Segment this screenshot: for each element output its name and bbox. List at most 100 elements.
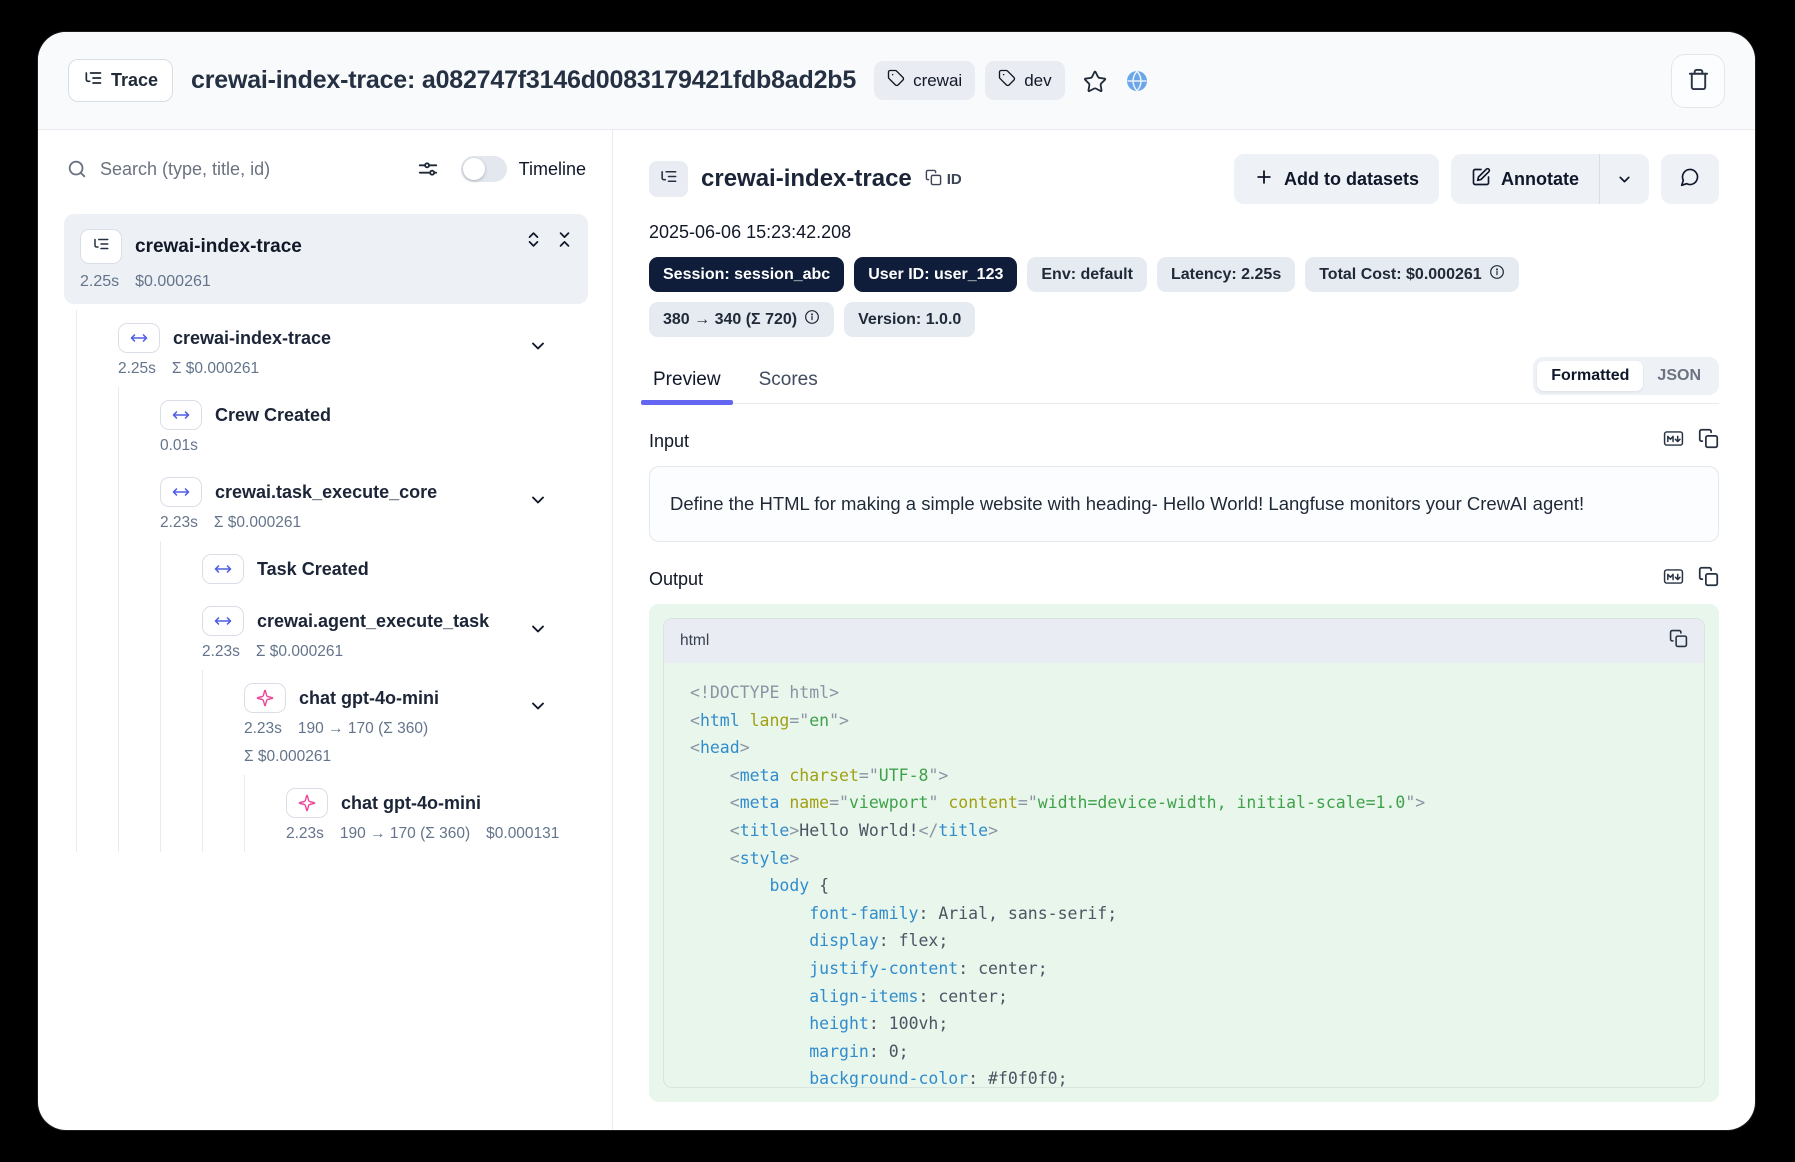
trace-tree: crewai-index-trace 2.25s Σ $0.000261 Crew C… xyxy=(64,310,588,852)
code-content: <!DOCTYPE html> <html lang="en"> <head> <m… xyxy=(664,663,1704,1087)
code-line: font-family: Arial, sans-serif; xyxy=(809,903,1118,923)
tag-pill-dev[interactable]: dev xyxy=(985,61,1065,100)
output-content: html <!DOCTYPE html> <html lang="en"> <hea… xyxy=(649,604,1719,1102)
id-label: ID xyxy=(946,170,962,188)
globe-icon[interactable] xyxy=(1125,69,1149,93)
list-tree-icon xyxy=(92,235,110,258)
search-input[interactable] xyxy=(100,158,405,180)
list-tree-icon xyxy=(659,167,678,191)
metadata-pill[interactable]: User ID: user_123 xyxy=(854,257,1018,292)
indent-guide xyxy=(160,593,202,670)
expand-all-icon[interactable] xyxy=(524,230,543,254)
tab-preview[interactable]: Preview xyxy=(641,363,733,405)
code-block: html <!DOCTYPE html> <html lang="en"> <hea… xyxy=(663,618,1705,1088)
copy-code-icon[interactable] xyxy=(1669,629,1688,653)
tag-icon xyxy=(887,69,905,92)
code-line: display: flex; xyxy=(809,931,949,951)
info-icon[interactable] xyxy=(804,309,820,330)
tree-node[interactable]: crewai.task_execute_core 2.23s Σ $0.000261 xyxy=(76,464,588,541)
code-line: <title>Hello World!</title> xyxy=(729,820,998,840)
code-line: <meta charset="UTF-8"> xyxy=(729,765,949,785)
tree-node-metrics: 2.23s Σ $0.000261 xyxy=(202,643,344,660)
code-block-header: html xyxy=(664,619,1704,663)
tag-pill-crewai[interactable]: crewai xyxy=(874,61,976,100)
format-option-json[interactable]: JSON xyxy=(1643,361,1715,391)
copy-icon xyxy=(925,169,942,190)
trace-title: crewai-index-trace xyxy=(701,165,912,192)
metadata-pill: Env: default xyxy=(1027,257,1147,292)
timeline-label: Timeline xyxy=(518,158,586,179)
copy-id-control[interactable]: ID xyxy=(925,169,962,190)
chevron-down-icon[interactable] xyxy=(528,696,548,721)
tree-root-node[interactable]: crewai-index-trace 2.25s $0.000261 xyxy=(64,214,588,304)
generation-sparkle-icon xyxy=(286,788,328,818)
code-line: <html lang="en"> xyxy=(690,710,849,730)
markdown-icon[interactable] xyxy=(1663,428,1684,454)
format-toggle: Formatted JSON xyxy=(1533,357,1719,395)
input-section-header: Input xyxy=(649,428,1719,454)
annotate-split-button: Annotate xyxy=(1451,154,1649,204)
delete-trace-button[interactable] xyxy=(1671,53,1725,108)
tree-node[interactable]: chat gpt-4o-mini 2.23s 190 → 170 (Σ 360) $0… xyxy=(76,775,588,852)
code-line: <head> xyxy=(690,738,750,758)
metadata-pill: Latency: 2.25s xyxy=(1156,257,1296,292)
trace-detail-panel: crewai-index-trace ID Add to datasets An… xyxy=(613,130,1755,1130)
chevron-down-icon[interactable] xyxy=(528,490,548,515)
indent-guide xyxy=(76,541,118,593)
trace-timestamp: 2025-06-06 15:23:42.208 xyxy=(649,222,852,242)
plus-icon xyxy=(1254,167,1274,192)
code-line: <meta name="viewport" content="width=dev… xyxy=(729,793,1426,813)
indent-guide xyxy=(160,670,202,775)
metadata-pills: Session: session_abc User ID: user_123 Env… xyxy=(649,257,1719,337)
span-arrows-icon xyxy=(202,606,244,636)
search-icon xyxy=(66,158,88,180)
indent-guide xyxy=(202,775,244,852)
tab-scores[interactable]: Scores xyxy=(755,363,822,403)
code-line: <style> xyxy=(729,848,800,868)
trace-type-label: Trace xyxy=(111,70,159,90)
info-icon[interactable] xyxy=(1489,264,1505,285)
filter-sliders-icon[interactable] xyxy=(417,158,439,180)
tree-node-title: crewai-index-trace xyxy=(173,327,332,348)
annotate-dropdown-chevron[interactable] xyxy=(1600,154,1649,204)
annotate-button[interactable]: Annotate xyxy=(1451,154,1599,204)
star-icon[interactable] xyxy=(1083,69,1107,93)
span-arrows-icon xyxy=(118,323,160,353)
tree-node[interactable]: Task Created xyxy=(76,541,588,593)
comments-button[interactable] xyxy=(1661,154,1719,204)
add-to-datasets-button[interactable]: Add to datasets xyxy=(1233,154,1439,204)
tree-node-metrics: Σ $0.000261 xyxy=(244,748,332,765)
generation-sparkle-icon xyxy=(244,683,286,713)
chevron-down-icon[interactable] xyxy=(528,619,548,644)
indent-guide xyxy=(76,593,118,670)
output-label: Output xyxy=(649,568,704,589)
span-arrows-icon xyxy=(160,477,202,507)
copy-icon[interactable] xyxy=(1698,428,1719,454)
collapse-all-icon[interactable] xyxy=(555,230,574,254)
window-header: Trace crewai-index-trace: a082747f3146d0… xyxy=(38,32,1755,130)
indent-guide xyxy=(118,464,160,541)
indent-guide xyxy=(76,310,118,387)
chevron-down-icon[interactable] xyxy=(528,336,548,361)
markdown-icon[interactable] xyxy=(1663,566,1684,592)
tree-node[interactable]: crewai-index-trace 2.25s Σ $0.000261 xyxy=(76,310,588,387)
copy-icon[interactable] xyxy=(1698,566,1719,592)
tree-node-title: chat gpt-4o-mini xyxy=(341,792,481,813)
indent-guide xyxy=(118,541,160,593)
indent-guide xyxy=(76,387,118,464)
metadata-pill[interactable]: Session: session_abc xyxy=(649,257,845,292)
tree-node-metrics: 2.23s 190 → 170 (Σ 360) $0.000131 xyxy=(286,825,560,842)
tree-node[interactable]: crewai.agent_execute_task 2.23s Σ $0.00026… xyxy=(76,593,588,670)
timeline-toggle[interactable] xyxy=(460,156,507,182)
code-line: height: 100vh; xyxy=(809,1014,949,1034)
tree-node[interactable]: chat gpt-4o-mini 2.23s 190 → 170 (Σ 360) Σ … xyxy=(76,670,588,775)
output-section-header: Output xyxy=(649,566,1719,592)
metadata-pill: Version: 1.0.0 xyxy=(844,302,976,337)
indent-guide xyxy=(76,464,118,541)
tree-node-title: crewai.task_execute_core xyxy=(215,481,438,502)
indent-guide xyxy=(76,775,118,852)
root-node-duration: 2.25s xyxy=(80,273,120,290)
tree-node[interactable]: Crew Created 0.01s xyxy=(76,387,588,464)
format-option-formatted[interactable]: Formatted xyxy=(1537,361,1644,391)
tag-icon xyxy=(998,69,1016,92)
